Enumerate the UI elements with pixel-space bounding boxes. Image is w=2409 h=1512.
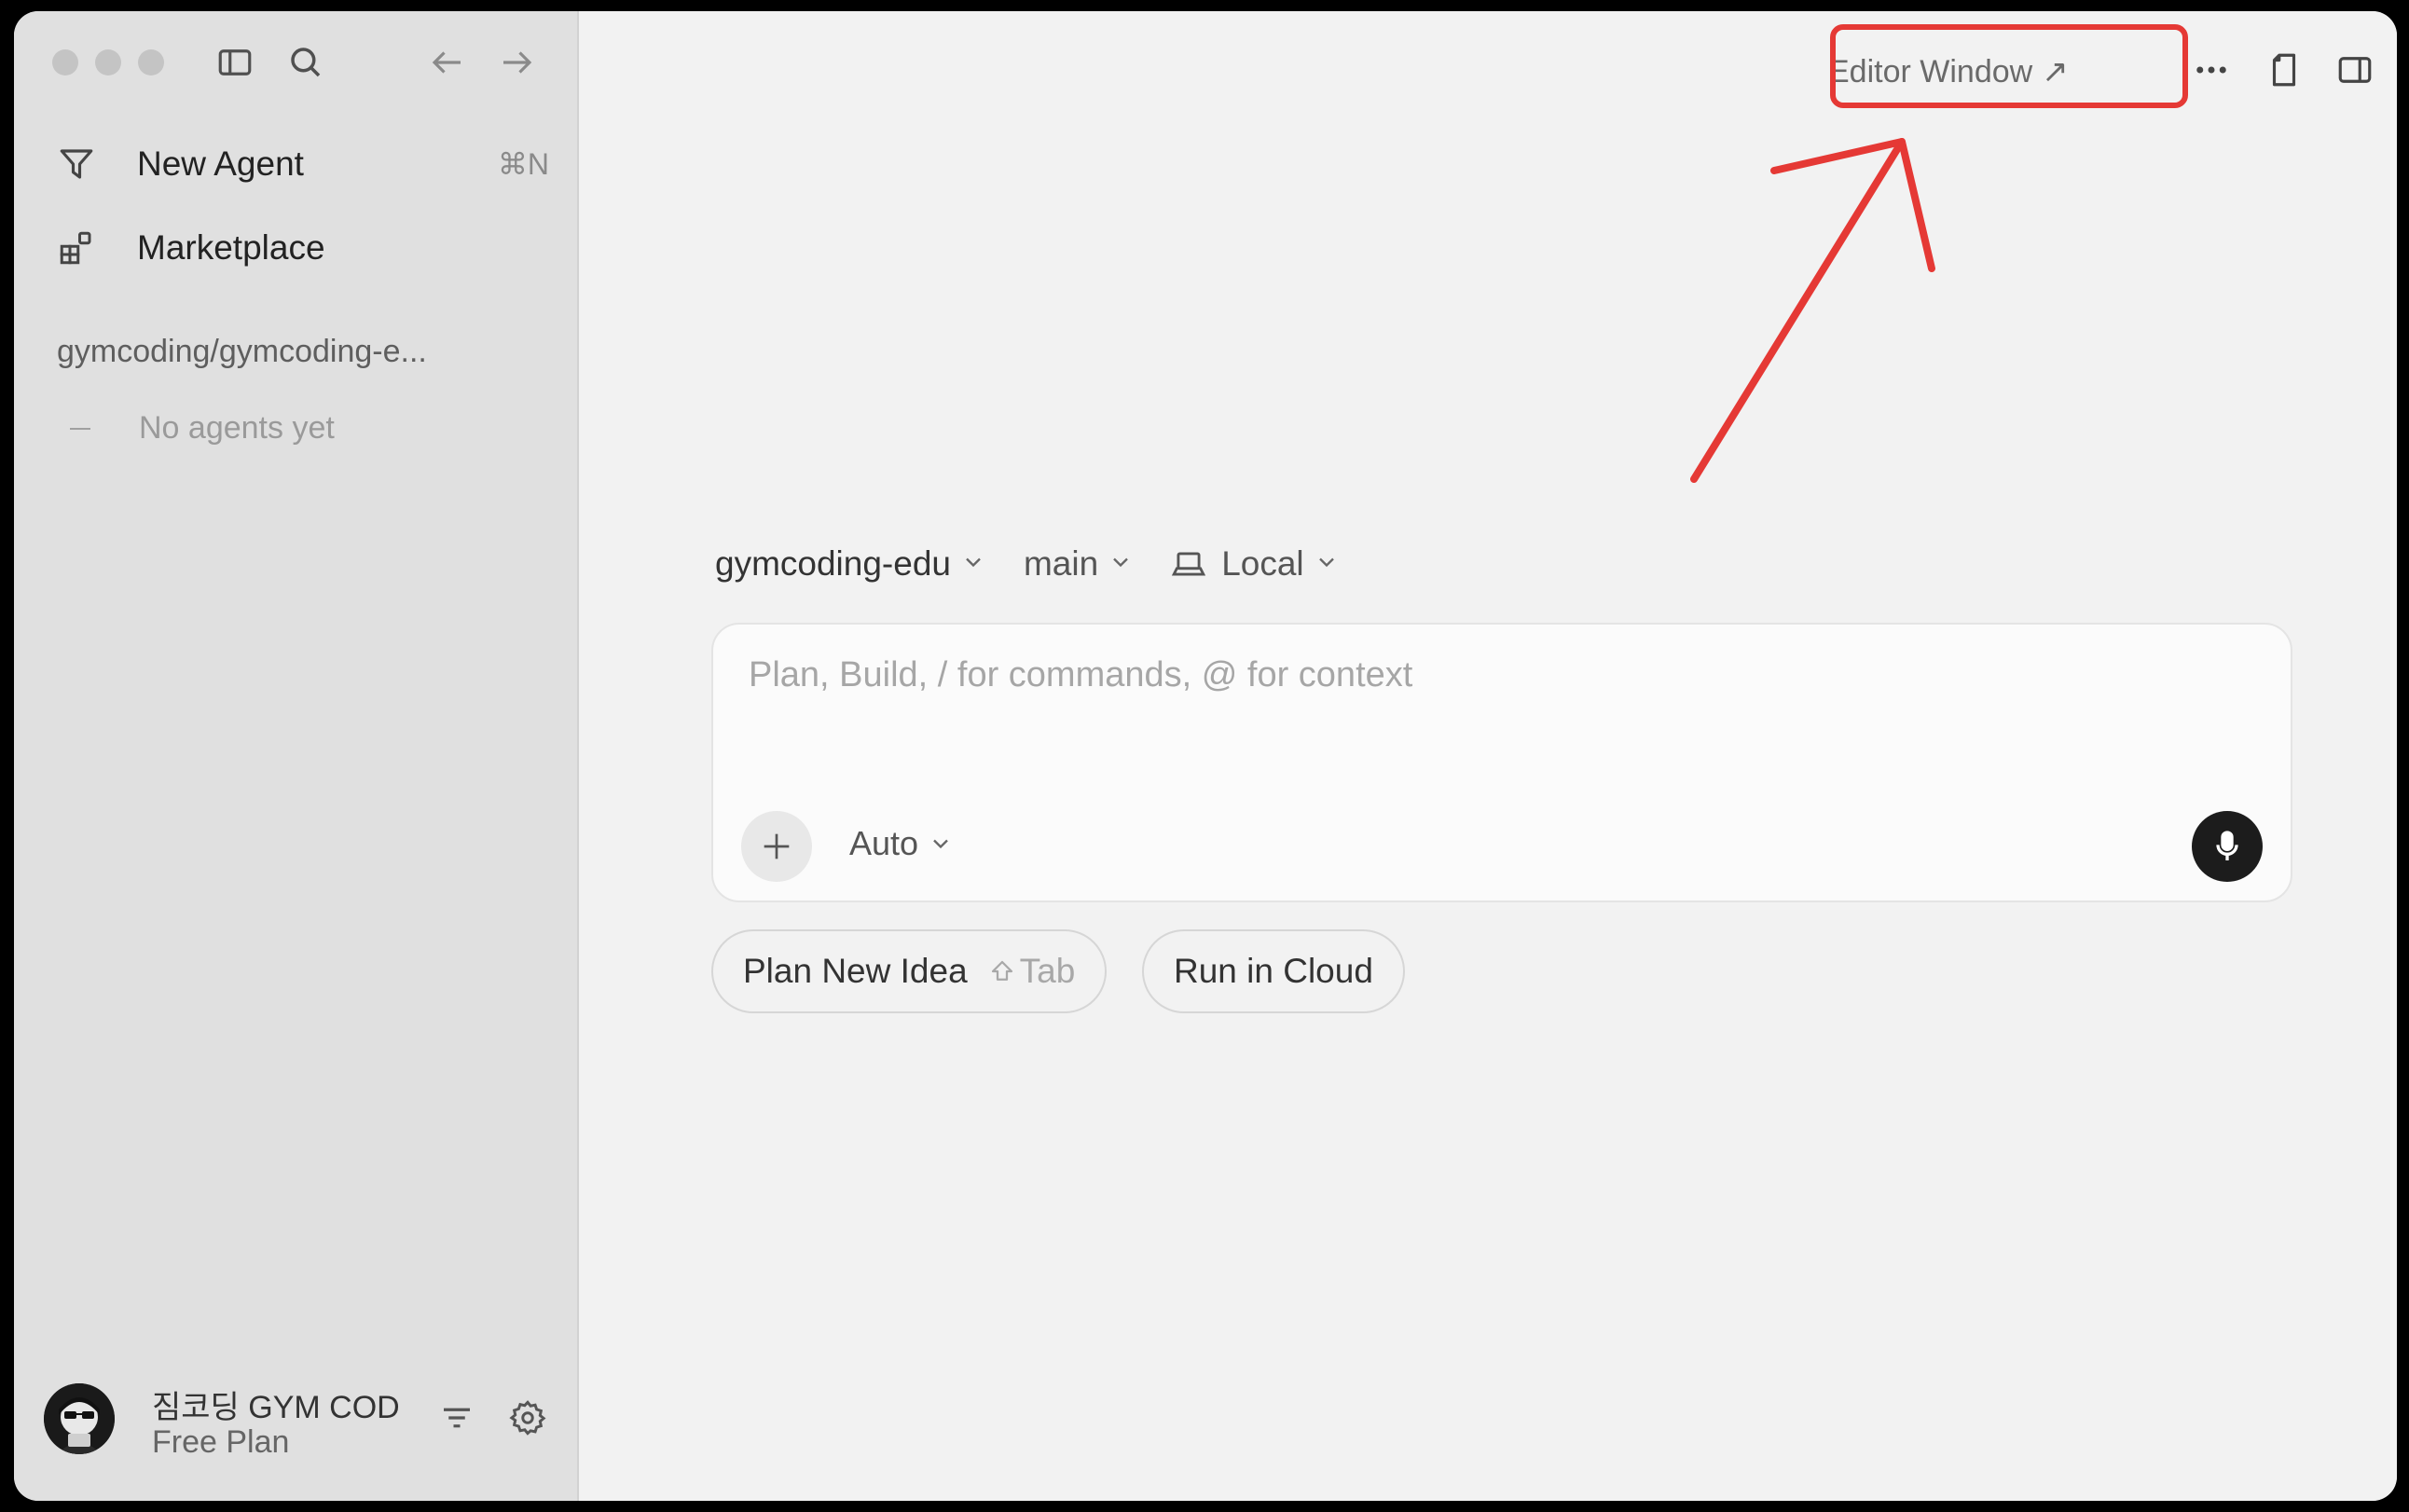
user-profile[interactable]: 짐코딩 GYM CODING Free Plan: [44, 1381, 557, 1475]
branch-select-value: main: [1023, 544, 1099, 583]
more-options-icon[interactable]: [2192, 50, 2231, 94]
microphone-icon: [2209, 828, 2246, 865]
chevron-down-icon: [1314, 544, 1340, 584]
app-window: New Agent ⌘N Marketplace gymcoding/gymco…: [14, 11, 2397, 1501]
sidebar: New Agent ⌘N Marketplace gymcoding/gymco…: [14, 11, 579, 1501]
composer-selectors: gymcoding-edu main Local: [715, 544, 1377, 584]
run-in-cloud-label: Run in Cloud: [1174, 952, 1373, 990]
new-agent-icon: [55, 143, 98, 186]
user-name: 짐코딩 GYM CODING: [152, 1390, 402, 1425]
plan-new-idea-label: Plan New Idea: [743, 952, 968, 990]
mode-select[interactable]: Auto: [849, 824, 954, 863]
annotation-highlight-box: [1830, 24, 2188, 108]
right-panel-toggle-icon[interactable]: [2335, 50, 2375, 94]
empty-agents-item: No agents yet: [70, 410, 335, 447]
plan-new-idea-button[interactable]: Plan New Idea Tab: [711, 929, 1108, 1013]
branch-select[interactable]: main: [1024, 544, 1134, 584]
file-icon[interactable]: [2264, 50, 2304, 94]
empty-agents-text: No agents yet: [139, 410, 335, 446]
chevron-down-icon: [928, 831, 954, 857]
composer: Auto: [711, 623, 2292, 902]
gear-icon[interactable]: [508, 1398, 547, 1442]
tab-key-label: Tab: [1019, 952, 1076, 990]
repo-group-label[interactable]: gymcoding/gymcoding-e...: [57, 334, 504, 370]
add-context-button[interactable]: [741, 811, 812, 882]
sidebar-item-new-agent[interactable]: New Agent ⌘N: [55, 131, 549, 198]
shift-tab-hint: Tab: [988, 952, 1076, 991]
main-area: Editor Window ↗ gymcoding-edu main Local…: [579, 11, 2397, 1501]
dash-icon: [70, 427, 90, 430]
mode-select-value: Auto: [849, 824, 919, 862]
microphone-button[interactable]: [2192, 811, 2263, 882]
sidebar-toggle-icon[interactable]: [215, 43, 255, 87]
window-close-button[interactable]: [52, 49, 78, 76]
chevron-down-icon: [1108, 544, 1134, 584]
shortcut-hint: ⌘N: [497, 147, 549, 181]
marketplace-icon: [55, 227, 98, 269]
repo-select-value: gymcoding-edu: [715, 544, 951, 583]
laptop-icon: [1171, 546, 1206, 582]
sidebar-item-label: New Agent: [137, 144, 304, 183]
repo-select[interactable]: gymcoding-edu: [715, 544, 986, 584]
shift-icon: [988, 957, 1016, 985]
chevron-down-icon: [960, 544, 986, 584]
environment-select-value: Local: [1221, 544, 1304, 583]
environment-select[interactable]: Local: [1171, 544, 1339, 584]
window-zoom-button[interactable]: [138, 49, 164, 76]
run-in-cloud-button[interactable]: Run in Cloud: [1142, 929, 1405, 1013]
window-minimize-button[interactable]: [95, 49, 121, 76]
sidebar-item-label: Marketplace: [137, 228, 325, 267]
sidebar-item-marketplace[interactable]: Marketplace: [55, 214, 549, 282]
search-icon[interactable]: [286, 43, 325, 87]
prompt-input[interactable]: [747, 654, 2149, 696]
forward-arrow-icon[interactable]: [497, 43, 536, 87]
avatar[interactable]: [44, 1383, 115, 1454]
user-plan: Free Plan: [152, 1424, 290, 1460]
back-arrow-icon[interactable]: [428, 43, 467, 87]
filter-icon[interactable]: [437, 1398, 476, 1442]
